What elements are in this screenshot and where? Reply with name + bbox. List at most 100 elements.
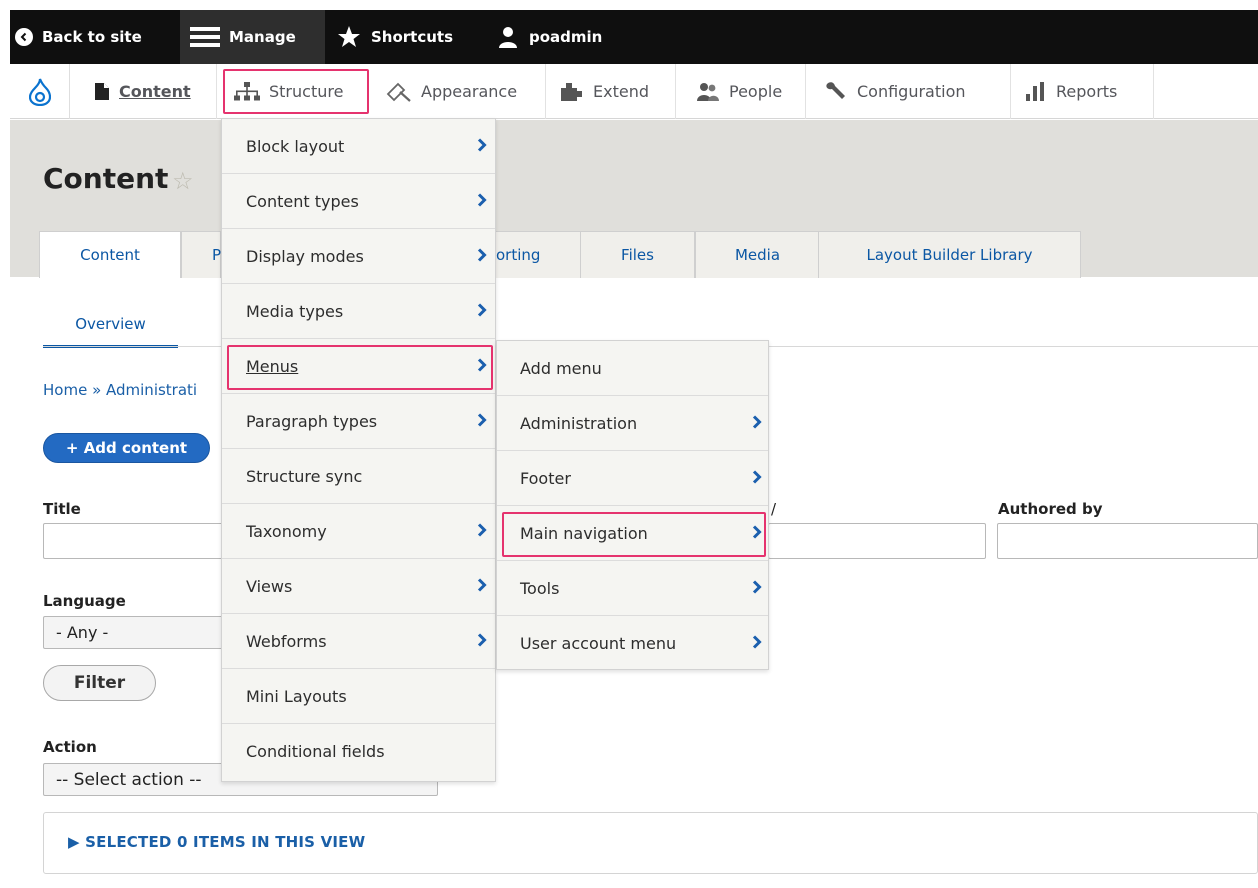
structure-menu-item-webforms[interactable]: Webforms	[222, 614, 495, 669]
star-icon	[336, 25, 362, 49]
chevron-right-icon[interactable]	[477, 193, 487, 207]
menu-item-label: Tools	[520, 578, 560, 598]
chevron-right-icon[interactable]	[752, 580, 762, 594]
tray-item-label: Extend	[593, 82, 649, 101]
puzzle-icon	[560, 82, 584, 102]
tray-item-label: Reports	[1056, 82, 1118, 101]
drupal-admin-page: Back to site Manage Shortcuts poadmin Co…	[10, 10, 1258, 888]
menu-item-label: Display modes	[246, 246, 364, 266]
shortcut-star-icon[interactable]: ☆	[172, 167, 194, 195]
title-filter-label: Title	[43, 500, 81, 518]
people-icon	[696, 82, 720, 102]
menu-item-label: Taxonomy	[246, 521, 327, 541]
chevron-right-icon[interactable]	[477, 303, 487, 317]
structure-menu-item-taxonomy[interactable]: Taxonomy	[222, 504, 495, 559]
tab-content[interactable]: Content	[39, 231, 181, 278]
chevron-right-icon[interactable]	[477, 413, 487, 427]
menu-item-label: Block layout	[246, 136, 345, 156]
menu-item-label: Views	[246, 576, 293, 596]
language-select[interactable]: - Any -	[43, 616, 223, 649]
menu-item-label: Content types	[246, 191, 359, 211]
tray-item-extend[interactable]: Extend	[546, 64, 676, 119]
bar-chart-icon	[1025, 81, 1047, 102]
menu-item-label: Media types	[246, 301, 344, 321]
shortcuts-tab[interactable]: Shortcuts	[336, 10, 453, 64]
partial-filter-input[interactable]	[768, 523, 986, 559]
user-tab[interactable]: poadmin	[496, 10, 602, 64]
tray-item-configuration[interactable]: Configuration	[806, 64, 1011, 119]
back-to-site-label: Back to site	[42, 28, 142, 46]
tray-item-appearance[interactable]: Appearance	[374, 64, 546, 119]
add-content-button[interactable]: + Add content	[43, 433, 210, 463]
tray-item-label: Configuration	[857, 82, 966, 101]
bulk-selection-panel[interactable]: ▶ SELECTED 0 ITEMS IN THIS VIEW	[43, 812, 1258, 874]
tray-item-label: Appearance	[421, 82, 518, 101]
manage-tab[interactable]: Manage	[180, 10, 325, 64]
page-title: Content	[43, 162, 169, 195]
menus-submenu: Add menu Administration Footer Main navi…	[496, 340, 769, 670]
authored-by-input[interactable]	[997, 523, 1258, 559]
menu-item-label: Footer	[520, 468, 571, 488]
sitemap-icon	[234, 81, 260, 102]
menus-submenu-item-user-account-menu[interactable]: User account menu	[497, 616, 768, 671]
file-icon	[94, 82, 110, 101]
tray-item-content[interactable]: Content	[70, 64, 217, 119]
menus-submenu-item-add-menu[interactable]: Add menu	[497, 341, 768, 396]
drupal-logo-icon[interactable]	[10, 64, 70, 119]
structure-menu-item-conditional-fields[interactable]: Conditional fields	[222, 724, 495, 779]
admin-tray: Content Structure Appearance Extend Peop…	[10, 64, 1258, 119]
chevron-right-icon[interactable]	[752, 635, 762, 649]
menu-item-label: Add menu	[520, 358, 602, 378]
structure-menu-item-structure-sync[interactable]: Structure sync	[222, 449, 495, 504]
manage-label: Manage	[229, 28, 296, 46]
structure-menu-item-media-types[interactable]: Media types	[222, 284, 495, 339]
back-to-site-link[interactable]: Back to site	[10, 10, 142, 64]
user-label: poadmin	[529, 28, 603, 46]
menu-item-label: User account menu	[520, 634, 677, 653]
chevron-right-icon[interactable]	[477, 138, 487, 152]
wrench-icon	[824, 81, 848, 103]
action-label: Action	[43, 738, 97, 756]
menus-submenu-item-administration[interactable]: Administration	[497, 396, 768, 451]
chevron-right-icon[interactable]	[752, 470, 762, 484]
paint-brush-icon	[386, 82, 412, 102]
chevron-right-icon[interactable]	[477, 633, 487, 647]
tray-item-reports[interactable]: Reports	[1011, 64, 1154, 119]
structure-menu-item-mini-layouts[interactable]: Mini Layouts	[222, 669, 495, 724]
title-filter-input[interactable]	[43, 523, 223, 559]
chevron-right-icon[interactable]	[477, 523, 487, 537]
main-navigation-highlight-box	[502, 512, 766, 557]
menus-submenu-item-footer[interactable]: Footer	[497, 451, 768, 506]
menu-item-label: Structure sync	[246, 466, 363, 486]
breadcrumb[interactable]: Home » Administrati	[43, 381, 197, 399]
structure-menu-item-display-modes[interactable]: Display modes	[222, 229, 495, 284]
menu-item-label: Webforms	[246, 631, 327, 651]
tray-item-people[interactable]: People	[676, 64, 806, 119]
authored-by-label: Authored by	[998, 500, 1103, 518]
tab-layout-builder-library[interactable]: Layout Builder Library	[818, 231, 1081, 278]
chevron-right-icon[interactable]	[477, 248, 487, 262]
chevron-right-icon[interactable]	[752, 415, 762, 429]
tab-media[interactable]: Media	[695, 231, 820, 278]
filter-button[interactable]: Filter	[43, 665, 156, 701]
structure-menu-item-views[interactable]: Views	[222, 559, 495, 614]
menus-highlight-box	[227, 345, 493, 390]
subtab-overview[interactable]: Overview	[43, 302, 178, 348]
language-filter-label: Language	[43, 592, 126, 610]
partial-filter-label: /	[771, 500, 777, 518]
structure-menu-item-content-types[interactable]: Content types	[222, 174, 495, 229]
structure-menu-item-block-layout[interactable]: Block layout	[222, 119, 495, 174]
menus-submenu-item-tools[interactable]: Tools	[497, 561, 768, 616]
chevron-right-icon[interactable]	[477, 578, 487, 592]
menu-item-label: Mini Layouts	[246, 686, 347, 706]
tray-item-structure[interactable]: Structure	[223, 69, 369, 114]
shortcuts-label: Shortcuts	[371, 28, 454, 46]
user-icon	[496, 25, 520, 49]
menu-item-label: Paragraph types	[246, 411, 378, 431]
admin-toolbar: Back to site Manage Shortcuts poadmin	[10, 10, 1258, 64]
tab-partial[interactable]: P	[181, 231, 221, 278]
hamburger-icon	[190, 26, 220, 48]
structure-menu-item-paragraph-types[interactable]: Paragraph types	[222, 394, 495, 449]
selected-items-toggle[interactable]: ▶ SELECTED 0 ITEMS IN THIS VIEW	[68, 833, 365, 851]
tab-files[interactable]: Files	[580, 231, 695, 278]
